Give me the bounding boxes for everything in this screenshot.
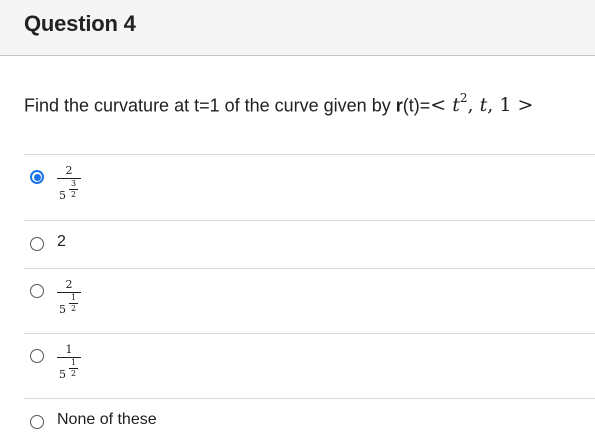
fraction-answer-4: 1 5 1 2: [57, 343, 81, 383]
fraction-bar: [57, 178, 81, 179]
math-comma1: ,: [467, 94, 474, 117]
answer-option-4[interactable]: 1 5 1 2: [24, 333, 595, 398]
answer-label: None of these: [57, 411, 157, 428]
fraction-bar: [57, 357, 81, 358]
math-one: 1: [499, 94, 512, 117]
exponent-numerator: 1: [70, 293, 77, 302]
question-header: Question 4: [0, 0, 595, 56]
exponent-numerator: 1: [70, 358, 77, 367]
question-title: Question 4: [24, 11, 136, 36]
exponent-denominator: 2: [70, 190, 77, 199]
fraction-denominator-base: 5: [59, 303, 66, 316]
fraction-bar: [57, 292, 81, 293]
question-prefix: Find the curvature at t=1 of the curve g…: [24, 95, 396, 116]
math-lt: <: [430, 94, 447, 117]
answer-option-2[interactable]: 2: [24, 220, 595, 268]
exponent-denominator: 2: [70, 304, 77, 313]
math-exp: 2: [459, 91, 468, 105]
question-vector-r: r: [395, 95, 403, 116]
answer-option-5[interactable]: None of these: [24, 398, 595, 445]
math-gt: >: [517, 94, 534, 117]
fraction-exponent: 1 2: [69, 359, 78, 378]
fraction-exponent: 3 2: [69, 180, 78, 199]
radio-button[interactable]: [30, 349, 44, 363]
question-suffix: (t)=: [402, 95, 431, 116]
answer-label: 2: [57, 233, 66, 250]
question-text: Find the curvature at t=1 of the curve g…: [24, 91, 534, 117]
fraction-answer-3: 2 5 1 2: [57, 278, 81, 318]
answer-option-3[interactable]: 2 5 1 2: [24, 268, 595, 333]
radio-button[interactable]: [30, 237, 44, 251]
fraction-exponent: 1 2: [69, 294, 78, 313]
fraction-answer-1: 2 5 3 2: [57, 164, 81, 204]
math-comma2: ,: [487, 94, 494, 117]
fraction-denominator-base: 5: [59, 368, 66, 381]
radio-button[interactable]: [30, 415, 44, 429]
fraction-numerator: 1: [65, 343, 73, 356]
fraction-numerator: 2: [65, 278, 73, 291]
answer-option-1[interactable]: 2 5 3 2: [24, 154, 595, 220]
radio-button-selected[interactable]: [30, 170, 44, 184]
fraction-numerator: 2: [65, 164, 73, 177]
exponent-numerator: 3: [70, 179, 77, 188]
exponent-denominator: 2: [70, 369, 77, 378]
math-t1: t: [452, 94, 460, 117]
question-math: < t2, t, 1 >: [430, 91, 534, 117]
fraction-denominator-base: 5: [59, 189, 66, 202]
radio-button[interactable]: [30, 284, 44, 298]
